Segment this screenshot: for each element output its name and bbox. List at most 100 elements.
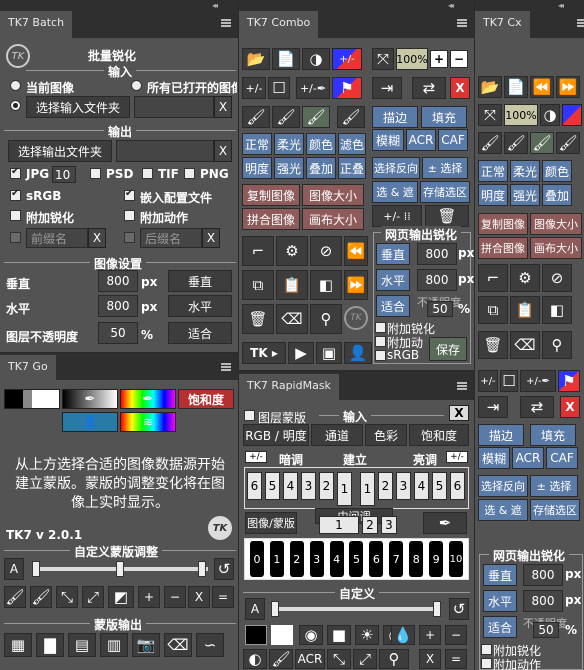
swap-icon[interactable]: ⇄ (520, 396, 554, 418)
zone-light-2[interactable]: 2 (378, 472, 393, 500)
import-icon[interactable]: ⇥ (372, 77, 402, 99)
a-button[interactable]: A (245, 598, 265, 620)
pin-icon[interactable]: ⚲ (379, 649, 409, 669)
pin-icon[interactable]: ⚲ (310, 304, 342, 334)
a-button[interactable]: A (4, 558, 24, 580)
brush-light-icon[interactable]: 🖌 (504, 132, 528, 154)
horizontal-value[interactable]: 800 (417, 269, 457, 291)
prefix-clear-button[interactable]: X (88, 228, 106, 248)
add-action-checkbox[interactable] (375, 336, 386, 347)
add-action-checkbox[interactable] (481, 658, 492, 669)
horizontal-button[interactable]: 水平 (168, 295, 232, 317)
crop-icon[interactable]: ⌐ (242, 236, 274, 266)
expand-icon[interactable]: ⤡ (56, 586, 78, 608)
zone-7[interactable]: 7 (389, 541, 404, 577)
person-play-icon[interactable]: 👤 (344, 342, 372, 364)
canvas-size-button[interactable]: 画布大小 (302, 208, 364, 230)
eq-button[interactable]: = (445, 649, 467, 669)
menu-icon[interactable] (457, 19, 467, 27)
sun-icon[interactable]: ☀ (355, 625, 379, 645)
new-doc-icon[interactable]: 📄 (504, 76, 528, 98)
fit-button[interactable]: 适合 (168, 322, 232, 344)
layers-icon[interactable]: ≋ (120, 412, 176, 432)
stroke-button[interactable]: 描边 (372, 106, 418, 128)
canvas-size-button[interactable]: 画布大小 (530, 237, 582, 259)
plus-button[interactable]: + (419, 625, 441, 645)
black-swatch[interactable] (245, 625, 267, 645)
blur-button[interactable]: 模糊 (478, 447, 510, 469)
fast-forward-icon[interactable]: ⏩ (556, 76, 580, 98)
copy-image-button[interactable]: 复制图像 (478, 213, 528, 235)
eraser-icon[interactable]: ⌫ (510, 331, 540, 359)
transform-icon[interactable]: ⧉ (242, 270, 274, 300)
eq-button[interactable]: = (212, 586, 234, 608)
flag-icon[interactable]: ⚑ (558, 370, 580, 392)
vertical-value[interactable]: 800 (98, 270, 138, 292)
suffix-field[interactable]: 后缀名 (140, 228, 202, 248)
puzzle-icon[interactable]: ⚙ (276, 236, 308, 266)
zone-dark-6[interactable]: 6 (247, 472, 262, 500)
menu-icon[interactable] (221, 363, 231, 371)
drop-icon[interactable]: 💧 (391, 625, 415, 645)
no-entry-icon[interactable]: ⊘ (310, 236, 342, 266)
brush-icon[interactable]: 🖌 (269, 649, 293, 669)
tif-checkbox[interactable] (142, 168, 153, 179)
eye-icon[interactable]: ◐ (243, 649, 267, 669)
square-icon[interactable]: ☐ (500, 370, 518, 392)
gray-picker-strip[interactable]: ✒ (62, 389, 118, 409)
opacity-value[interactable]: 50 (427, 301, 453, 317)
rapidmask-tab[interactable]: TK7 RapidMask (239, 374, 339, 401)
rgb-lum-button[interactable]: RGB / 明度 (243, 424, 309, 446)
soft-brush-icon[interactable]: 🖌 (30, 586, 52, 608)
add-sharp-checkbox[interactable] (375, 322, 386, 333)
zone-5[interactable]: 5 (349, 541, 364, 577)
brush-gray-icon[interactable]: 🖌 (337, 106, 365, 128)
zone-2[interactable]: 2 (289, 541, 304, 577)
square-icon[interactable]: ■ (327, 625, 351, 645)
jpg-checkbox[interactable] (10, 166, 21, 179)
batch-tab[interactable]: TK7 Batch (0, 11, 73, 38)
plus-minus-button[interactable]: +/- (242, 77, 266, 99)
slider-track[interactable] (271, 607, 441, 611)
mask-icon[interactable]: ◩ (108, 586, 134, 608)
fill-button[interactable]: 填充 (530, 424, 576, 446)
clear-output-button[interactable]: X (214, 140, 232, 162)
horizontal-value[interactable]: 800 (98, 295, 138, 317)
zone-4[interactable]: 4 (329, 541, 344, 577)
zone-dark-2[interactable]: 2 (319, 472, 334, 500)
saturation-button[interactable]: 饱和度 (178, 389, 234, 409)
go-tab[interactable]: TK7 Go (0, 355, 56, 382)
zone-light-4[interactable]: 4 (414, 472, 429, 500)
select-output-button[interactable]: 选择输出文件夹 (8, 140, 112, 162)
horizontal-value[interactable]: 800 (523, 590, 563, 612)
reset-icon[interactable]: ↺ (449, 598, 469, 620)
plus-minus-button[interactable]: +/- (478, 370, 498, 392)
levels-icon[interactable]: ▦ (4, 633, 32, 657)
plus-minus-brush-button[interactable]: +/- ✒ (520, 370, 556, 392)
close-x-button[interactable]: X (450, 77, 470, 99)
tk-button[interactable]: TK ▸ (242, 342, 286, 364)
caf-button[interactable]: CAF (546, 447, 578, 469)
square-icon[interactable]: ☐ (268, 77, 290, 99)
contract-icon[interactable]: ⤢ (353, 649, 377, 669)
srgb-checkbox[interactable] (375, 350, 386, 361)
zoom-out-button[interactable]: − (450, 50, 468, 68)
embed-checkbox[interactable] (124, 188, 135, 201)
zone-1[interactable]: 1 (269, 541, 284, 577)
opacity-value[interactable]: 50 (98, 322, 138, 344)
horizontal-button[interactable]: 水平 (376, 269, 410, 291)
brush-light-icon[interactable]: 🖌 (272, 106, 300, 128)
pm-left-button[interactable]: +/- (245, 451, 267, 463)
image-size-button[interactable]: 图像大小 (302, 184, 364, 206)
curves-icon[interactable]: ▇ (36, 633, 64, 657)
zone-9[interactable]: 9 (429, 541, 444, 577)
zone-light-6[interactable]: 6 (450, 472, 465, 500)
clear-input-button[interactable]: X (214, 96, 232, 118)
zoom-100-button[interactable]: 100% (396, 48, 428, 70)
fit-screen-icon[interactable]: ⤧ (372, 48, 394, 70)
color-button[interactable]: 颜色 (542, 160, 572, 182)
add-sharp-checkbox[interactable] (10, 210, 21, 221)
image-size-button[interactable]: 图像大小 (530, 213, 582, 235)
person-icon[interactable]: 👤 (62, 412, 118, 432)
x-button[interactable]: X (188, 586, 210, 608)
